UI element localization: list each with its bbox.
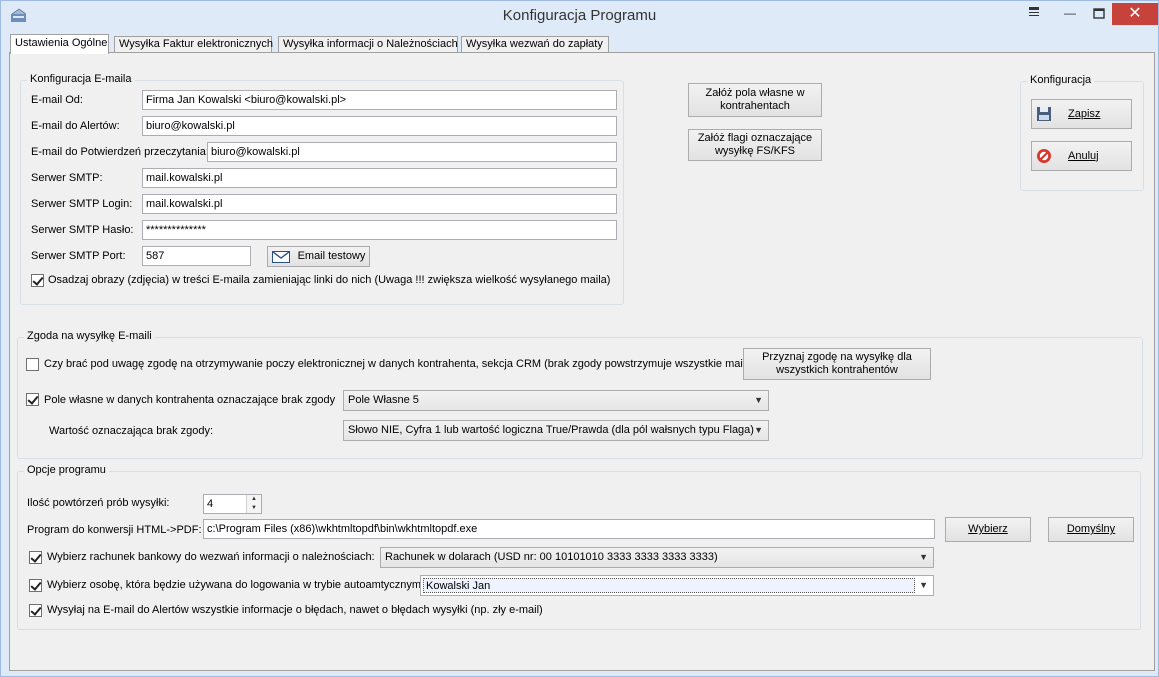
embed-images-label: Osadzaj obrazy (zdjęcia) w treści E-mail… — [48, 274, 611, 286]
window-title: Konfiguracja Programu — [502, 7, 657, 24]
login-person-select[interactable]: Kowalski Jan ▼ — [420, 575, 934, 596]
config-window: Konfiguracja Programu — ✕ Ustawienia Ogó… — [0, 0, 1159, 677]
alerts-field[interactable]: biuro@kowalski.pl — [142, 116, 617, 136]
bank-account-label: Wybierz rachunek bankowy do wezwań infor… — [47, 551, 375, 563]
spin-arrows-icon[interactable]: ▲ ▼ — [246, 495, 261, 513]
maximize-icon[interactable] — [1082, 3, 1116, 25]
choose-converter-button[interactable]: Wybierz — [945, 517, 1031, 542]
from-field[interactable]: Firma Jan Kowalski <biuro@kowalski.pl> — [142, 90, 617, 110]
from-label: E-mail Od: — [31, 94, 83, 106]
smtp-password-field[interactable]: ************** — [142, 220, 617, 240]
read-receipt-field[interactable]: biuro@kowalski.pl — [207, 142, 617, 162]
alerts-label: E-mail do Alertów: — [31, 120, 120, 132]
cancel-label: Anuluj — [1068, 149, 1099, 162]
save-button[interactable]: Zapisz — [1031, 99, 1132, 129]
envelope-icon — [271, 250, 290, 263]
smtp-label: Serwer SMTP: — [31, 172, 103, 184]
converter-path-field[interactable]: c:\Program Files (x86)\wkhtmltopdf\bin\w… — [203, 519, 935, 539]
smtp-field[interactable]: mail.kowalski.pl — [142, 168, 617, 188]
email-config-group: Konfiguracja E-maila — [20, 73, 624, 305]
crm-consent-checkbox[interactable] — [26, 358, 39, 371]
create-custom-fields-button[interactable]: Załóż pola własne w kontrahentach — [688, 83, 822, 117]
konfiguracja-legend: Konfiguracja — [1027, 74, 1095, 86]
create-flags-button[interactable]: Załóż flagi oznaczające wysyłkę FS/KFS — [688, 129, 822, 161]
save-label: Zapisz — [1068, 107, 1101, 120]
custom-field-select[interactable]: Pole Własne 5 ▼ — [343, 390, 769, 411]
login-person-select-value: Kowalski Jan — [423, 578, 915, 593]
tab-receivables[interactable]: Wysyłka informacji o Należnościach — [278, 36, 458, 52]
smtp-port-label: Serwer SMTP Port: — [31, 250, 126, 262]
cancel-icon — [1037, 149, 1051, 163]
retries-label: Ilość powtórzeń prób wysyłki: — [27, 497, 170, 509]
title-bar: Konfiguracja Programu — ✕ — [1, 1, 1158, 32]
chevron-down-icon: ▼ — [754, 425, 763, 435]
tab-general[interactable]: Ustawienia Ogólne — [10, 34, 109, 54]
tab-e-invoices[interactable]: Wysyłka Faktur elektronicznych — [114, 36, 273, 52]
chevron-down-icon: ▼ — [919, 552, 928, 562]
email-config-legend: Konfiguracja E-maila — [27, 73, 135, 85]
consent-legend: Zgoda na wysyłkę E-maili — [24, 330, 155, 342]
default-converter-button[interactable]: Domyślny — [1048, 517, 1134, 542]
no-consent-value-select[interactable]: Słowo NIE, Cyfra 1 lub wartość logiczna … — [343, 420, 769, 441]
no-consent-value-label: Wartość oznaczająca brak zgody: — [49, 425, 214, 437]
bank-account-select[interactable]: Rachunek w dolarach (USD nr: 00 10101010… — [380, 547, 934, 568]
options-legend: Opcje programu — [24, 464, 109, 476]
login-person-checkbox[interactable] — [29, 579, 42, 592]
read-receipt-label: E-mail do Potwierdzeń przeczytania: — [31, 146, 209, 158]
restore-icon[interactable] — [1017, 3, 1051, 25]
chevron-down-icon: ▼ — [754, 395, 763, 405]
converter-label: Program do konwersji HTML->PDF: — [27, 524, 202, 536]
smtp-login-field[interactable]: mail.kowalski.pl — [142, 194, 617, 214]
smtp-port-field[interactable]: 587 — [142, 246, 251, 266]
floppy-disk-icon — [1037, 107, 1051, 121]
error-alerts-label: Wysyłaj na E-mail do Alertów wszystkie i… — [47, 604, 543, 616]
choose-label: Wybierz — [968, 523, 1008, 535]
grant-consent-all-button[interactable]: Przyznaj zgodę na wysyłkę dla wszystkich… — [743, 348, 931, 380]
no-consent-value-select-value: Słowo NIE, Cyfra 1 lub wartość logiczna … — [348, 424, 754, 436]
tab-panel-general: Konfiguracja E-maila E-mail Od: Firma Ja… — [9, 52, 1155, 671]
retries-value: 4 — [207, 498, 214, 510]
custom-field-consent-label: Pole własne w danych kontrahenta oznacza… — [44, 394, 336, 406]
cancel-button[interactable]: Anuluj — [1031, 141, 1132, 171]
embed-images-checkbox[interactable] — [31, 274, 44, 287]
error-alerts-checkbox[interactable] — [29, 604, 42, 617]
login-person-label: Wybierz osobę, która będzie używana do l… — [47, 579, 425, 591]
smtp-password-label: Serwer SMTP Hasło: — [31, 224, 134, 236]
bank-account-checkbox[interactable] — [29, 551, 42, 564]
custom-field-consent-checkbox[interactable] — [26, 393, 39, 406]
crm-consent-label: Czy brać pod uwagę zgodę na otrzymywanie… — [44, 358, 756, 370]
default-label: Domyślny — [1066, 523, 1116, 535]
custom-field-select-value: Pole Własne 5 — [348, 394, 419, 406]
smtp-login-label: Serwer SMTP Login: — [31, 198, 133, 210]
bank-account-select-value: Rachunek w dolarach (USD nr: 00 10101010… — [385, 551, 718, 563]
konfiguracja-group: Konfiguracja — [1020, 74, 1144, 191]
test-email-label: Email testowy — [297, 250, 366, 262]
retries-stepper[interactable]: 4 ▲ ▼ — [203, 494, 262, 514]
close-button[interactable]: ✕ — [1112, 3, 1158, 25]
chevron-down-icon: ▼ — [919, 580, 928, 590]
tab-payment-demands[interactable]: Wysyłka wezwań do zapłaty — [461, 36, 609, 52]
test-email-button[interactable]: Email testowy — [267, 246, 370, 267]
